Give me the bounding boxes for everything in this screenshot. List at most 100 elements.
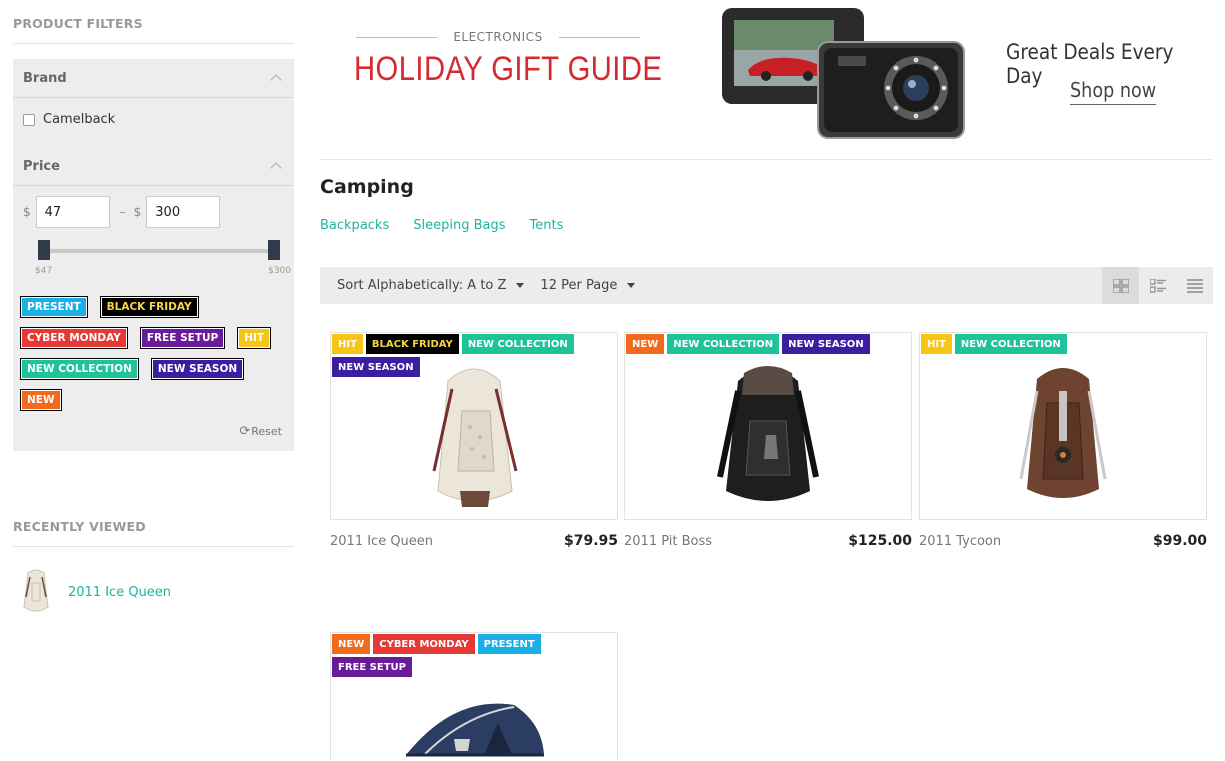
chevron-up-icon[interactable] — [270, 74, 282, 86]
chevron-up-icon[interactable] — [270, 162, 282, 174]
reset-label: Reset — [251, 425, 282, 438]
sort-label: Sort Alphabetically: A to Z — [337, 278, 507, 293]
subcategory-sleeping-bags[interactable]: Sleeping Bags — [413, 218, 505, 233]
recently-viewed-thumbnail[interactable] — [18, 567, 54, 617]
product-filters-title: PRODUCT FILTERS — [13, 0, 294, 44]
price-min-input[interactable] — [35, 196, 110, 228]
filters-panel: Brand Camelback Price $ – $ — [13, 59, 294, 451]
subcategory-backpacks[interactable]: Backpacks — [320, 218, 389, 233]
badge-new-season: NEW SEASON — [332, 357, 420, 377]
recently-viewed-title: RECENTLY VIEWED — [13, 503, 294, 547]
badge-new-collection: NEW COLLECTION — [667, 334, 780, 354]
slider-labels: $47 $300 — [35, 266, 291, 276]
product-name[interactable]: 2011 Pit Boss — [624, 534, 712, 549]
currency-symbol: $ — [23, 205, 31, 219]
caret-down-icon — [516, 283, 525, 288]
recently-viewed-item[interactable]: 2011 Ice Queen — [13, 567, 294, 617]
product-card[interactable]: NEW NEW COLLECTION NEW SEASON 2011 Pit Bos… — [624, 332, 912, 549]
reset-button[interactable]: ⟳Reset — [13, 424, 294, 439]
tag-filter-cyber-monday[interactable]: CYBER MONDAY — [20, 327, 128, 349]
product-image[interactable]: NEW CYBER MONDAY PRESENT FREE SETUP — [330, 632, 618, 761]
slider-max-handle[interactable] — [268, 240, 280, 260]
tag-filter-present[interactable]: PRESENT — [20, 296, 88, 318]
badge-new-collection: NEW COLLECTION — [954, 334, 1067, 354]
tag-filter-new-season[interactable]: NEW SEASON — [150, 358, 245, 380]
tag-filter-hit[interactable]: HIT — [237, 327, 272, 349]
tag-filter-black-friday[interactable]: BLACK FRIDAY — [99, 296, 199, 318]
banner-eyebrow-text: ELECTRONICS — [453, 30, 543, 44]
product-toolbar: Sort Alphabetically: A to Z 12 Per Page — [320, 267, 1213, 304]
badge-hit: HIT — [332, 334, 363, 354]
slider-max-label: $300 — [268, 266, 291, 276]
price-range-slider[interactable] — [38, 240, 280, 262]
product-name[interactable]: 2011 Tycoon — [919, 534, 1001, 549]
brand-option-camelback[interactable]: Camelback — [13, 98, 294, 147]
product-image[interactable]: NEW NEW COLLECTION NEW SEASON — [624, 332, 912, 520]
per-page-dropdown[interactable]: 12 Per Page — [540, 278, 636, 293]
currency-symbol: $ — [133, 205, 142, 219]
shop-now-link[interactable]: Shop now — [1070, 78, 1157, 105]
product-image[interactable]: HIT BLACK FRIDAY NEW COLLECTION NEW SEASON — [330, 332, 618, 520]
banner-title: HOLIDAY GIFT GUIDE — [354, 50, 663, 88]
main-content: ELECTRONICS HOLIDAY GIFT GUIDE Great Dea… — [320, 0, 1213, 761]
product-badges: HIT BLACK FRIDAY NEW COLLECTION NEW SEASON — [332, 334, 592, 380]
product-badges: NEW CYBER MONDAY PRESENT FREE SETUP — [332, 634, 592, 680]
product-meta: 2011 Ice Queen $79.95 — [330, 533, 618, 549]
banner-eyebrow: ELECTRONICS — [356, 30, 641, 44]
price-max-input[interactable] — [146, 196, 221, 228]
badge-free-setup: FREE SETUP — [332, 657, 412, 677]
dash-camera-image — [722, 8, 965, 139]
backpack-image — [717, 366, 819, 501]
list-view-icon — [1186, 278, 1203, 293]
product-price: $99.00 — [1152, 533, 1207, 549]
list-grid-view-icon — [1149, 278, 1166, 293]
recently-viewed-link[interactable]: 2011 Ice Queen — [68, 585, 171, 600]
product-meta: 2011 Tycoon $99.00 — [919, 533, 1207, 549]
brand-checkbox[interactable] — [23, 113, 35, 126]
price-filter-header[interactable]: Price — [13, 147, 294, 186]
product-card[interactable]: HIT NEW COLLECTION 2011 Tycoon $99.00 — [919, 332, 1207, 549]
list-grid-view-button[interactable] — [1139, 267, 1176, 304]
sort-dropdown[interactable]: Sort Alphabetically: A to Z — [337, 278, 525, 293]
product-meta: 2011 Pit Boss $125.00 — [624, 533, 912, 549]
tag-filter-new-collection[interactable]: NEW COLLECTION — [20, 358, 139, 380]
product-badges: HIT NEW COLLECTION — [921, 334, 1181, 357]
view-switcher — [1102, 267, 1213, 304]
product-price: $125.00 — [848, 533, 912, 549]
product-card[interactable]: HIT BLACK FRIDAY NEW COLLECTION NEW SEASON … — [330, 332, 618, 549]
tent-image — [406, 703, 544, 757]
per-page-label: 12 Per Page — [540, 278, 618, 293]
slider-min-label: $47 — [35, 266, 53, 276]
slider-min-handle[interactable] — [38, 240, 50, 260]
grid-view-button[interactable] — [1102, 267, 1139, 304]
badge-new: NEW — [626, 334, 665, 354]
price-inputs: $ – $ — [23, 196, 284, 228]
product-card[interactable]: NEW CYBER MONDAY PRESENT FREE SETUP — [330, 632, 618, 761]
tag-filter-new[interactable]: NEW — [20, 389, 62, 411]
product-name[interactable]: 2011 Ice Queen — [330, 534, 433, 549]
list-view-button[interactable] — [1176, 267, 1213, 304]
category-title: Camping — [320, 176, 414, 198]
promo-banner[interactable]: ELECTRONICS HOLIDAY GIFT GUIDE Great Dea… — [320, 0, 1213, 160]
range-dash: – — [119, 205, 126, 219]
badge-new: NEW — [332, 634, 371, 654]
grid-view-icon — [1112, 278, 1129, 293]
tag-filter-free-setup[interactable]: FREE SETUP — [139, 327, 226, 349]
brand-filter-label: Brand — [23, 70, 67, 86]
brand-option-label: Camelback — [43, 112, 116, 127]
backpack-image — [1019, 368, 1107, 498]
subcategory-tents[interactable]: Tents — [530, 218, 564, 233]
sidebar: PRODUCT FILTERS Brand Camelback Price $ … — [13, 0, 294, 617]
brand-filter-header[interactable]: Brand — [13, 59, 294, 98]
product-badges: NEW NEW COLLECTION NEW SEASON — [626, 334, 886, 357]
caret-down-icon — [627, 283, 636, 288]
product-price: $79.95 — [563, 533, 618, 549]
subcategory-links: Backpacks Sleeping Bags Tents — [320, 218, 1213, 233]
refresh-icon: ⟳ — [239, 424, 251, 439]
price-filter-label: Price — [23, 158, 60, 174]
badge-black-friday: BLACK FRIDAY — [365, 334, 459, 354]
badge-new-season: NEW SEASON — [782, 334, 870, 354]
tag-filter-list: PRESENT BLACK FRIDAY CYBER MONDAY FREE SETU… — [13, 276, 293, 420]
product-image[interactable]: HIT NEW COLLECTION — [919, 332, 1207, 520]
badge-hit: HIT — [921, 334, 952, 354]
